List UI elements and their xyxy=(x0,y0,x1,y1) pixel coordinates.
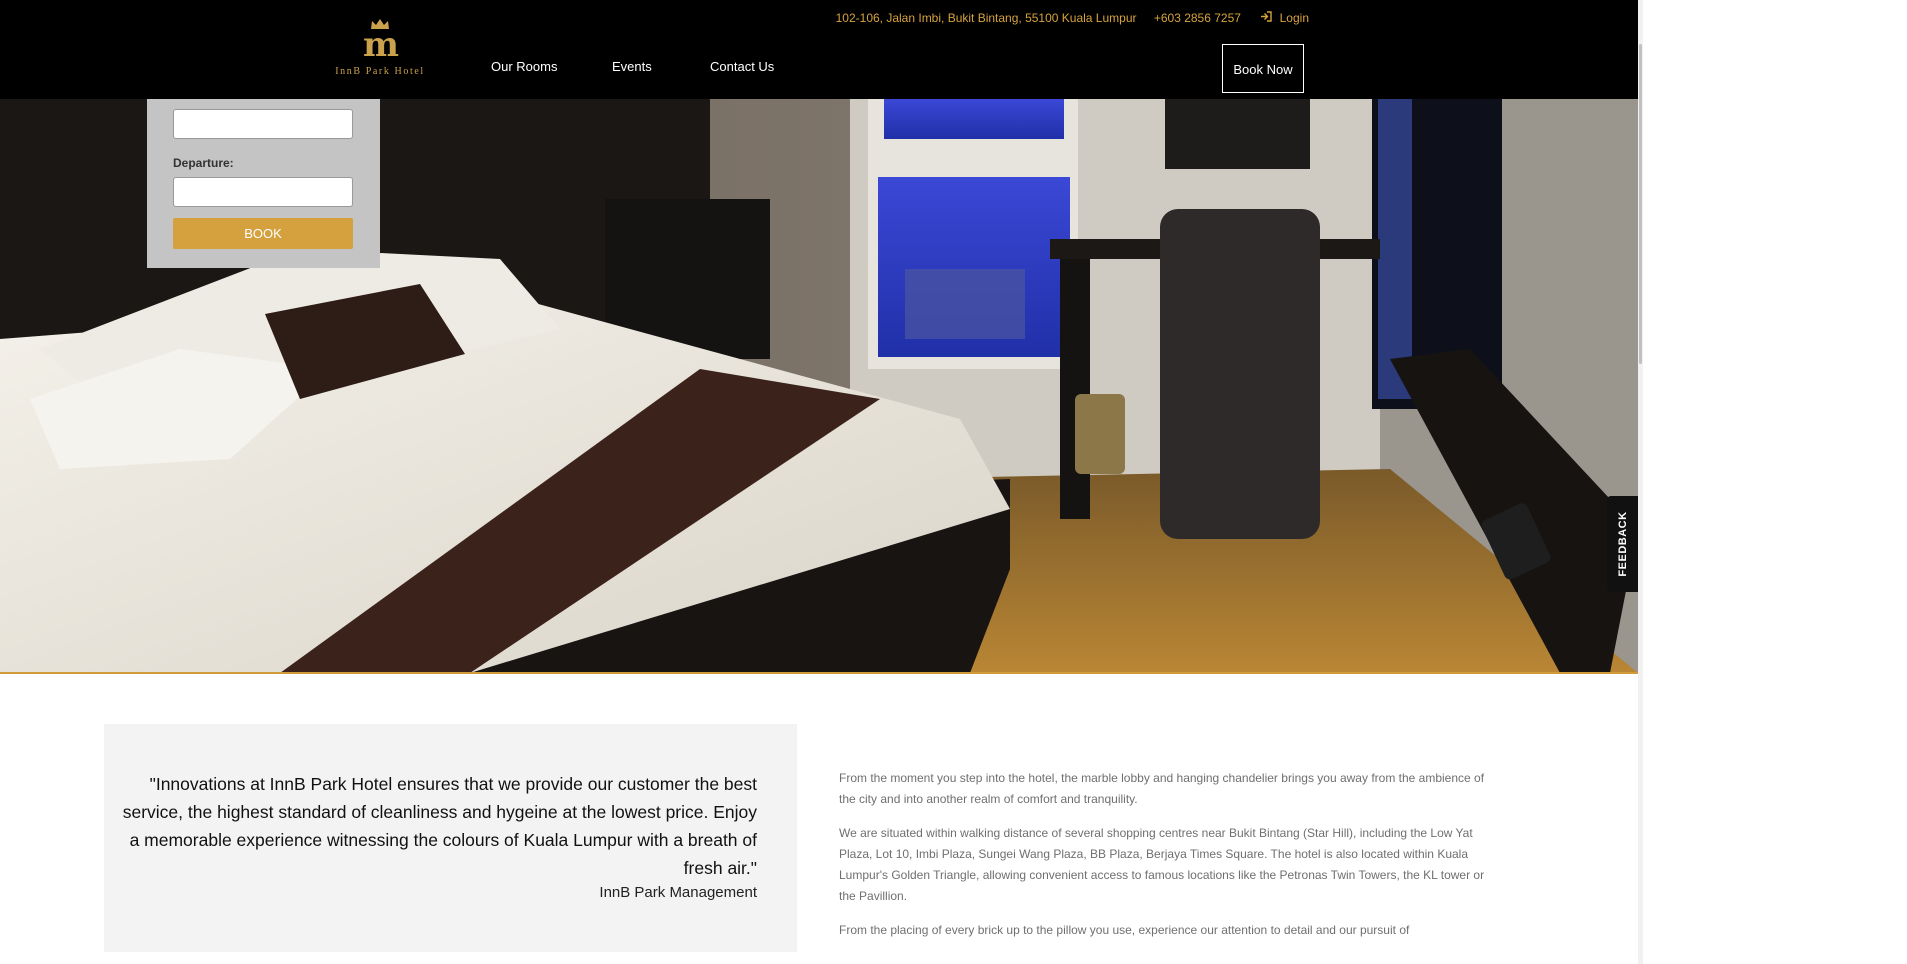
description-paragraph-2: We are situated within walking distance … xyxy=(839,826,1485,903)
contact-topline: 102-106, Jalan Imbi, Bukit Bintang, 5510… xyxy=(822,11,1309,25)
logo-name: InnB Park Hotel xyxy=(335,66,425,77)
hero-divider xyxy=(0,672,1638,674)
description-paragraph-3: From the placing of every brick up to th… xyxy=(839,923,1410,937)
nav-our-rooms[interactable]: Our Rooms xyxy=(491,59,557,74)
hotel-address: 102-106, Jalan Imbi, Bukit Bintang, 5510… xyxy=(835,11,1137,25)
site-header: m InnB Park Hotel 102-106, Jalan Imbi, B… xyxy=(0,0,1638,99)
management-quote-box: "Innovations at InnB Park Hotel ensures … xyxy=(104,724,797,952)
feedback-tab[interactable]: FEEDBACK xyxy=(1607,496,1638,592)
description-paragraph-1: From the moment you step into the hotel,… xyxy=(839,771,1485,806)
login-icon[interactable] xyxy=(1260,11,1272,25)
hotel-logo[interactable]: m InnB Park Hotel xyxy=(330,18,430,82)
departure-date-input[interactable] xyxy=(173,177,353,207)
page-scrollbar[interactable] xyxy=(1638,0,1643,964)
booking-form: Departure: BOOK xyxy=(147,99,380,268)
nav-contact-us[interactable]: Contact Us xyxy=(710,59,774,74)
book-button[interactable]: BOOK xyxy=(173,218,353,249)
login-link[interactable]: Login xyxy=(1280,11,1309,25)
arrival-date-input[interactable] xyxy=(173,109,353,139)
scrollbar-thumb[interactable] xyxy=(1639,44,1642,364)
logo-mark: m xyxy=(363,25,399,65)
page-frame: m InnB Park Hotel 102-106, Jalan Imbi, B… xyxy=(0,0,1638,964)
hotel-description: From the moment you step into the hotel,… xyxy=(839,768,1489,954)
quote-author: InnB Park Management xyxy=(599,884,757,901)
departure-label: Departure: xyxy=(173,156,234,170)
quote-text: "Innovations at InnB Park Hotel ensures … xyxy=(122,774,757,878)
nav-events[interactable]: Events xyxy=(612,59,652,74)
feedback-label: FEEDBACK xyxy=(1616,511,1629,577)
hotel-phone[interactable]: +603 2856 7257 xyxy=(1154,11,1241,25)
book-now-button[interactable]: Book Now xyxy=(1222,44,1304,93)
